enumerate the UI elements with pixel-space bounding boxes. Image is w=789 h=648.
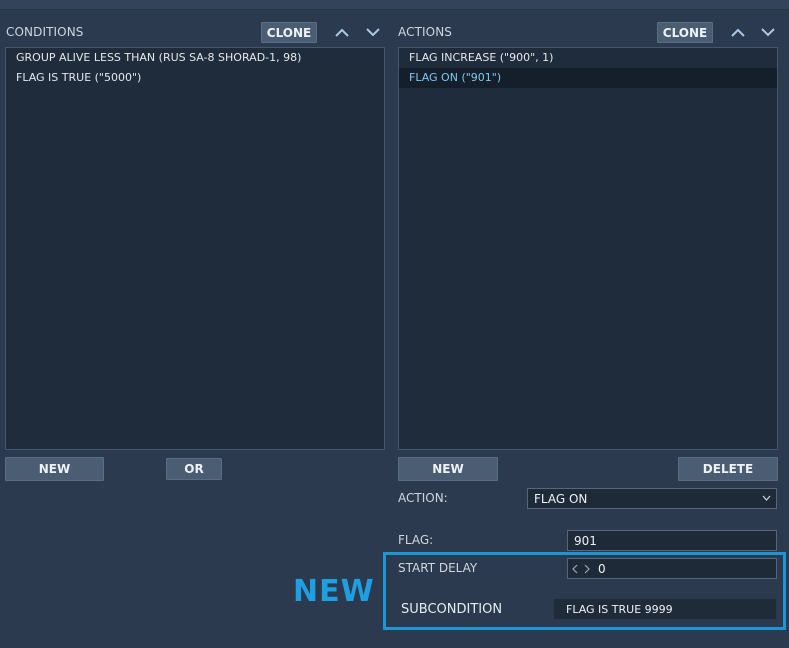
flag-input[interactable]: 901 [567, 530, 777, 551]
new-annotation: NEW [293, 574, 375, 609]
chevron-up-icon [335, 28, 349, 37]
conditions-clone-button[interactable]: CLONE [261, 22, 317, 43]
conditions-new-button[interactable]: NEW [5, 457, 104, 481]
conditions-move-up-button[interactable] [333, 24, 351, 40]
action-type-select[interactable]: FLAG ON [527, 488, 777, 509]
chevron-down-icon [366, 27, 380, 36]
conditions-or-button[interactable]: OR [166, 458, 222, 480]
conditions-move-down-button[interactable] [364, 24, 382, 40]
actions-delete-button[interactable]: DELETE [678, 457, 778, 481]
actions-move-up-button[interactable] [729, 24, 747, 40]
actions-list[interactable]: FLAG INCREASE ("900", 1) FLAG ON ("901") [398, 47, 778, 450]
chevron-up-icon [731, 28, 745, 37]
actions-clone-button[interactable]: CLONE [657, 22, 713, 43]
list-item[interactable]: GROUP ALIVE LESS THAN (RUS SA-8 SHORAD-1… [6, 48, 384, 68]
flag-label: FLAG: [398, 533, 434, 547]
top-bar [0, 0, 789, 10]
dropdown-chevron-icon [762, 495, 771, 501]
conditions-list[interactable]: GROUP ALIVE LESS THAN (RUS SA-8 SHORAD-1… [5, 47, 385, 450]
actions-new-button[interactable]: NEW [398, 457, 498, 481]
actions-move-down-button[interactable] [759, 24, 777, 40]
actions-title: ACTIONS [398, 25, 452, 39]
list-item[interactable]: FLAG IS TRUE ("5000") [6, 68, 384, 88]
conditions-title: CONDITIONS [6, 25, 84, 39]
action-type-label: ACTION: [398, 491, 448, 505]
chevron-down-icon [761, 27, 775, 36]
list-item[interactable]: FLAG INCREASE ("900", 1) [399, 48, 777, 68]
action-type-value: FLAG ON [534, 491, 588, 506]
highlight-box [383, 552, 786, 630]
list-item-selected[interactable]: FLAG ON ("901") [399, 68, 777, 88]
